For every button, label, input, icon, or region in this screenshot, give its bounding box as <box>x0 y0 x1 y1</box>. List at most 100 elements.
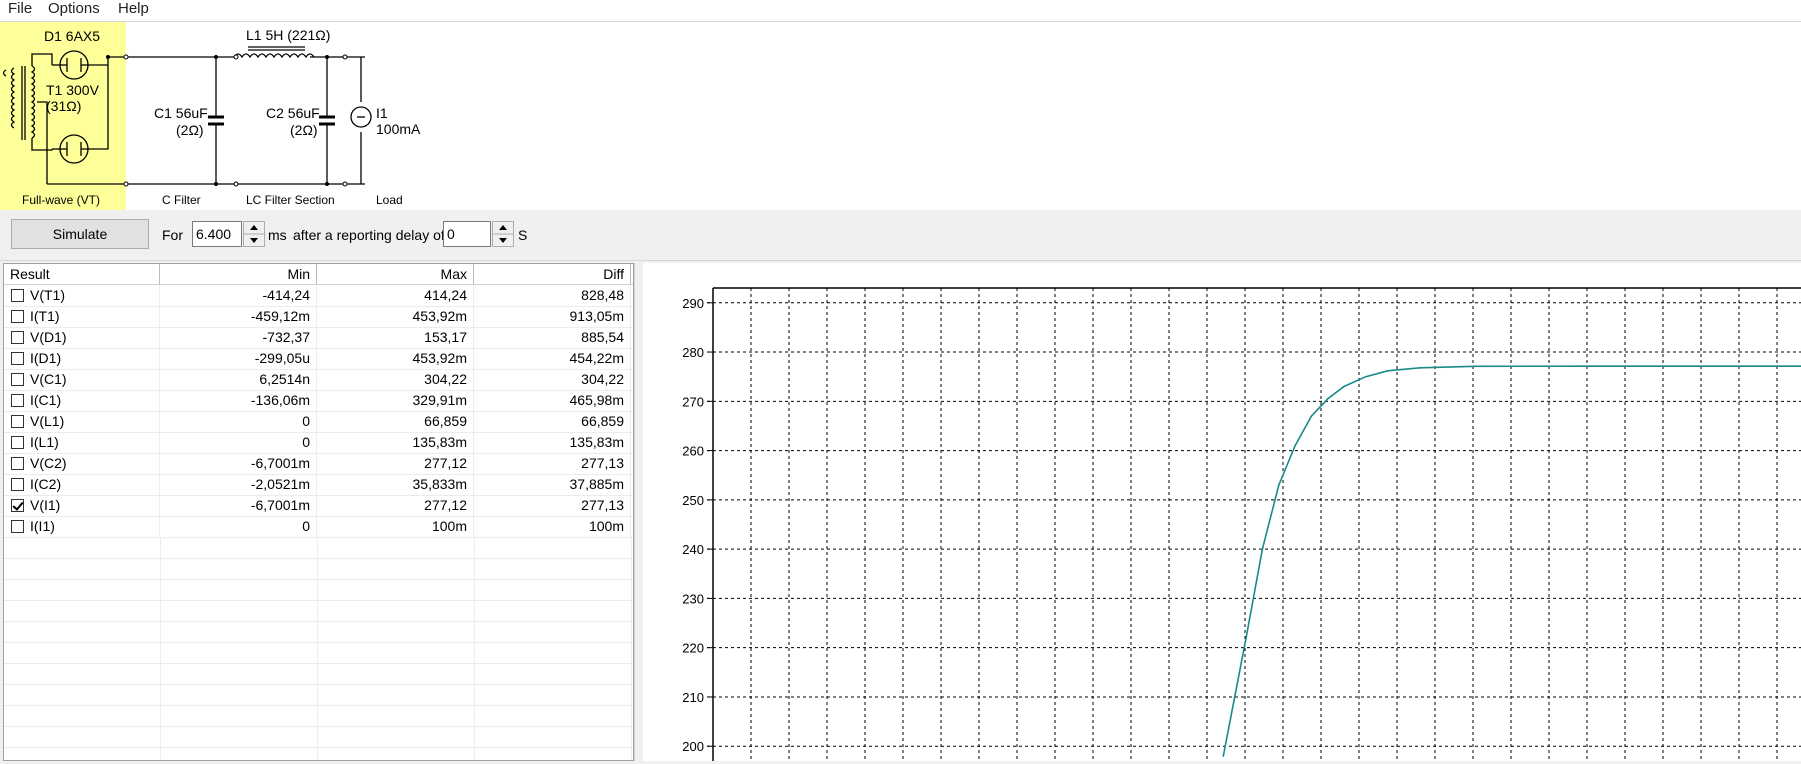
menu-options[interactable]: Options <box>48 0 100 20</box>
data-point <box>1294 444 1296 447</box>
result-min: -6,7001m <box>160 453 317 474</box>
y-tick-label: 240 <box>682 542 704 557</box>
table-row[interactable]: I(D1) -299,05u 453,92m 454,22m <box>4 348 633 370</box>
l1-label: L1 5H (221Ω) <box>246 27 331 43</box>
section-cfilter-label[interactable]: C Filter <box>162 193 201 208</box>
results-table[interactable]: Result Min Max Diff V(T1) -414,24 414,24 82… <box>3 263 634 761</box>
result-max: 453,92m <box>317 306 474 327</box>
delay-label: after a reporting delay of <box>293 227 445 243</box>
result-min: -459,12m <box>160 306 317 327</box>
empty-row <box>4 747 633 760</box>
empty-row <box>4 684 633 706</box>
empty-cell <box>4 642 632 663</box>
result-max: 329,91m <box>317 390 474 411</box>
result-max: 277,12 <box>317 453 474 474</box>
delay-spinner-icon[interactable] <box>492 221 514 247</box>
table-row[interactable]: I(L1) 0 135,83m 135,83m <box>4 432 633 454</box>
empty-cell <box>4 663 632 684</box>
header-min[interactable]: Min <box>160 264 317 284</box>
table-row[interactable]: I(C1) -136,06m 329,91m 465,98m <box>4 390 633 412</box>
table-row[interactable]: V(D1) -732,37 153,17 885,54 <box>4 327 633 349</box>
table-row[interactable]: V(C1) 6,2514n 304,22 304,22 <box>4 369 633 391</box>
empty-cell <box>4 621 632 642</box>
table-row[interactable]: I(C2) -2,0521m 35,833m 37,885m <box>4 474 633 496</box>
empty-row <box>4 726 633 748</box>
result-min: 6,2514n <box>160 369 317 390</box>
data-point <box>1582 365 1585 368</box>
result-max: 304,22 <box>317 369 474 390</box>
delay-input[interactable]: 0 <box>443 221 514 247</box>
data-point <box>1261 548 1264 550</box>
simulation-toolbar: Simulate For 6.400 ms after a reporting … <box>0 210 1801 261</box>
result-name: I(I1) <box>4 516 160 537</box>
table-row[interactable]: V(L1) 0 66,859 66,859 <box>4 411 633 433</box>
table-row[interactable]: I(I1) 0 100m 100m <box>4 516 633 538</box>
result-max: 277,12 <box>317 495 474 516</box>
section-rectifier-label[interactable]: Full-wave (VT) <box>22 193 100 208</box>
table-row[interactable]: I(T1) -459,12m 453,92m 913,05m <box>4 306 633 328</box>
y-tick-label: 270 <box>682 394 704 409</box>
data-point <box>1277 484 1280 486</box>
data-point <box>1310 415 1313 417</box>
empty-row <box>4 705 633 727</box>
empty-cell <box>4 558 632 579</box>
menu-help[interactable]: Help <box>118 0 149 20</box>
menu-file[interactable]: File <box>8 0 32 20</box>
c1-label: C1 56uF <box>154 105 208 121</box>
empty-row <box>4 558 633 580</box>
empty-cell <box>4 579 632 600</box>
simulate-button[interactable]: Simulate <box>11 219 149 249</box>
delay-unit-label: S <box>518 227 528 243</box>
y-tick-label: 230 <box>682 591 704 606</box>
empty-row <box>4 600 633 622</box>
result-diff: 828,48 <box>474 285 631 306</box>
waveform-chart: 200 210 220 230 240 250 260 270 280 290 <box>682 287 1801 761</box>
c2-label: C2 56uF <box>266 105 320 121</box>
section-load-label[interactable]: Load <box>376 193 403 208</box>
y-tick-label: 250 <box>682 493 704 508</box>
header-diff[interactable]: Diff <box>474 264 631 284</box>
result-name: V(C1) <box>4 369 160 390</box>
table-row[interactable]: V(C2) -6,7001m 277,12 277,13 <box>4 453 633 475</box>
result-diff: 277,13 <box>474 495 631 516</box>
c2-resistance-label: (2Ω) <box>290 122 318 138</box>
delay-value: 0 <box>447 226 455 242</box>
empty-row <box>4 579 633 601</box>
y-tick-label: 290 <box>682 296 704 311</box>
d1-label: D1 6AX5 <box>44 28 101 44</box>
result-min: -299,05u <box>160 348 317 369</box>
series-line <box>1222 365 1801 757</box>
result-diff: 135,83m <box>474 432 631 453</box>
empty-row <box>4 621 633 643</box>
data-point <box>1473 365 1476 368</box>
result-max: 66,859 <box>317 411 474 432</box>
data-point <box>1343 385 1345 388</box>
data-point <box>1245 637 1247 639</box>
y-tick-label: 200 <box>682 739 704 754</box>
header-result[interactable]: Result <box>4 264 160 284</box>
rectifier-highlight <box>0 22 126 210</box>
result-min: -136,06m <box>160 390 317 411</box>
t1-resistance-label: (31Ω) <box>46 98 82 114</box>
section-lcfilter-label[interactable]: LC Filter Section <box>246 193 335 208</box>
t1-label: T1 300V <box>46 82 99 98</box>
header-max[interactable]: Max <box>317 264 474 284</box>
result-diff: 913,05m <box>474 306 631 327</box>
duration-spinner-icon[interactable] <box>243 221 265 247</box>
duration-input[interactable]: 6.400 <box>192 221 265 247</box>
data-point <box>1222 755 1225 757</box>
y-tick-label: 280 <box>682 345 704 360</box>
result-min: 0 <box>160 516 317 537</box>
result-diff: 277,13 <box>474 453 631 474</box>
empty-cell <box>4 600 632 621</box>
result-min: 0 <box>160 411 317 432</box>
empty-row <box>4 663 633 685</box>
inductor-l1 <box>233 53 315 59</box>
table-row[interactable]: V(T1) -414,24 414,24 828,48 <box>4 285 633 307</box>
result-max: 35,833m <box>317 474 474 495</box>
i1-value-label: 100mA <box>376 121 421 137</box>
y-tick-label: 210 <box>682 690 704 705</box>
data-point <box>1365 375 1367 378</box>
result-max: 414,24 <box>317 285 474 306</box>
table-row[interactable]: V(I1) -6,7001m 277,12 277,13 <box>4 495 633 517</box>
